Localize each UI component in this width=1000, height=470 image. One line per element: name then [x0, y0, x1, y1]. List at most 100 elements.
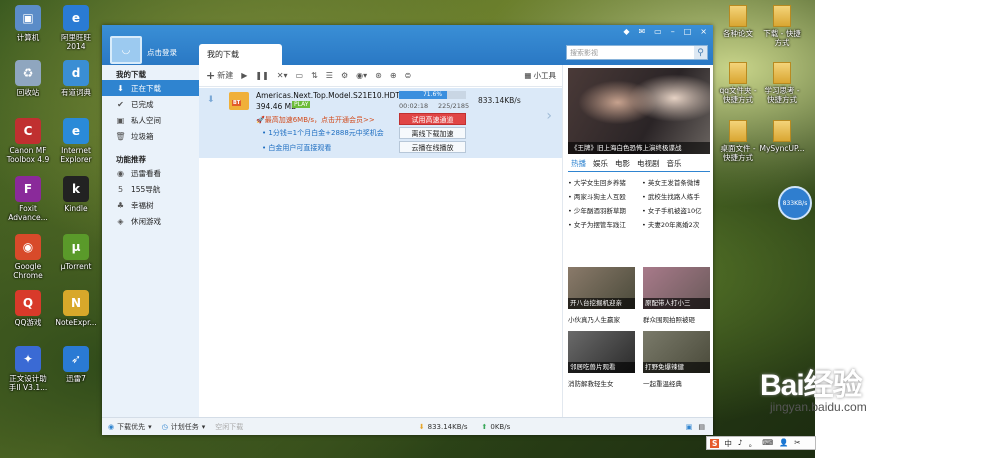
news-item[interactable]: • 大学女生回乡养猪 — [568, 177, 642, 187]
game-icon[interactable]: ⊛ — [375, 71, 382, 80]
thumbnail-subtitle[interactable]: 一起重温经典 — [643, 378, 682, 388]
recommend-tab[interactable]: 电影 — [615, 158, 630, 171]
news-item[interactable]: • 夫妻20年离婚2次 — [642, 219, 710, 229]
desktop-icon[interactable]: e Internet Explorer — [50, 118, 102, 164]
delete-icon[interactable]: ✕▾ — [277, 71, 288, 80]
new-button[interactable]: + 新建 — [206, 69, 233, 82]
desktop-icon[interactable]: C Canon MF Toolbox 4.9 — [2, 118, 54, 164]
trial-highspeed-button[interactable]: 试用高速通道 — [399, 113, 466, 125]
desktop-icon[interactable]: ◉ Google Chrome — [2, 234, 54, 280]
promo-text-2: 白金用户可直接观看 — [268, 144, 332, 152]
desktop-icon[interactable]: ▣ 计算机 — [2, 5, 54, 42]
sidebar-item[interactable]: 🗑 垃圾箱 — [102, 128, 199, 144]
window-control-icon[interactable]: ▭ — [654, 27, 662, 36]
view-toggle[interactable]: ▣ ▤ — [686, 423, 705, 431]
priority-dropdown[interactable]: ◉ 下载优先 ▾ — [108, 422, 152, 432]
thumbnail-subtitle[interactable]: 消防解救轻生女 — [568, 378, 614, 388]
list-icon[interactable]: ☰ — [326, 71, 333, 80]
offline-accelerate-button[interactable]: 离线下载加速 — [399, 127, 466, 139]
poster-banner[interactable]: 《王牌》旧上海白色恐怖上演终极谍战 — [568, 68, 710, 154]
sidebar-item[interactable]: 5 155导航 — [102, 181, 199, 197]
news-item[interactable]: • 少年酗酒羽断草期 — [568, 205, 642, 215]
video-thumbnail[interactable]: 原配带人打小三 — [643, 267, 710, 309]
login-link[interactable]: 点击登录 — [147, 47, 177, 58]
folder-icon[interactable]: ▭ — [296, 71, 304, 80]
ime-button-icon[interactable]: ✂ — [794, 438, 800, 449]
desktop-folder-icon[interactable]: MySyncUP... — [756, 120, 808, 153]
window-control-icon[interactable]: ✉ — [638, 27, 645, 36]
news-list: • 大学女生回乡养猪 • 英女王发首条微博 • 两家斗狗主人互殴 • 武校生找路人练手… — [568, 177, 710, 229]
promo-link-2[interactable]: • 白金用户可直接观看 — [262, 143, 331, 153]
sidebar-item[interactable]: ▣ 私人空间 — [102, 112, 199, 128]
window-control-icon[interactable]: □ — [684, 27, 692, 36]
desktop-icon[interactable]: F Foxit Advance... — [2, 176, 54, 222]
promo-link-1[interactable]: • 1分钱=1个月白金+2888元中奖机会 — [262, 128, 384, 138]
plus-icon: + — [206, 69, 216, 82]
ime-button-icon[interactable]: 。 — [749, 438, 757, 449]
play-icon[interactable]: ▶ — [241, 71, 247, 80]
view-list-icon[interactable]: ▣ — [686, 423, 693, 431]
view-grid-icon[interactable]: ▤ — [698, 423, 705, 431]
news-item[interactable]: • 女子为摆管车践江 — [568, 219, 642, 229]
thumbnail-subtitle[interactable]: 群众围观拍照被砸 — [643, 314, 695, 324]
accelerate-link[interactable]: 🚀最高加速6MB/s，点击开通会员>> — [256, 115, 375, 125]
desktop-icon[interactable]: d 有道词典 — [50, 60, 102, 97]
desktop-icon[interactable]: ➶ 迅雷7 — [50, 346, 102, 383]
avatar[interactable]: ◡ — [110, 36, 142, 64]
desktop-icon[interactable]: N NoteExpr... — [50, 290, 102, 327]
sidebar-item[interactable]: ✔ 已完成 — [102, 96, 199, 112]
coin-icon[interactable]: ⊜ — [405, 71, 412, 80]
sort-icon[interactable]: ⇅ — [311, 71, 318, 80]
ime-toolbar[interactable]: S 中 ♪ 。 ⌨ 👤 ✂ — [706, 436, 816, 450]
recommend-tab[interactable]: 娱乐 — [593, 158, 608, 171]
desktop-icon[interactable]: ♻ 回收站 — [2, 60, 54, 97]
idle-download[interactable]: 空闲下载 — [215, 422, 243, 432]
news-item[interactable]: • 女子手机被盗10亿 — [642, 205, 710, 215]
plan-dropdown[interactable]: ◷ 计划任务 ▾ — [162, 422, 206, 432]
tool-icon[interactable]: ⊕ — [390, 71, 397, 80]
video-thumbnail[interactable]: 邻居吃兽片观看 — [568, 331, 635, 373]
recommend-tab[interactable]: 音乐 — [667, 158, 682, 171]
desktop-icon[interactable]: k Kindle — [50, 176, 102, 213]
window-control-icon[interactable]: × — [700, 27, 707, 36]
video-thumbnail[interactable]: 打野免爆辣健 — [643, 331, 710, 373]
xunlei-window: ◡ 点击登录 我的下载 ◆ ✉ ▭ – □ × 搜索影视 ⚲ 我的下载 ⬇ 正在下载 ✔ 已完成… — [102, 25, 713, 435]
news-item[interactable]: • 武校生找路人练手 — [642, 191, 710, 201]
news-item[interactable]: • 英女王发首条微博 — [642, 177, 710, 187]
window-control-icon[interactable]: ◆ — [623, 27, 629, 36]
news-item[interactable]: • 两家斗狗主人互殴 — [568, 191, 642, 201]
toolbox-icon: ▦ — [524, 71, 532, 80]
thumbnail-subtitle[interactable]: 小伙真乃人生赢家 — [568, 314, 620, 324]
desktop-icon[interactable]: μ µTorrent — [50, 234, 102, 271]
desktop-folder-icon[interactable]: 学习思考 - 快捷方式 — [756, 62, 808, 104]
chevron-right-icon[interactable]: › — [546, 108, 552, 124]
recommend-tab[interactable]: 热播 — [571, 158, 586, 171]
settings-icon[interactable]: ⚙ — [341, 71, 348, 80]
tools-button[interactable]: ▦ 小工具 — [524, 70, 556, 81]
desktop-icon[interactable]: Q QQ游戏 — [2, 290, 54, 327]
sidebar-item[interactable]: ♣ 幸福树 — [102, 197, 199, 213]
search-icon[interactable]: ⚲ — [694, 46, 707, 59]
sogou-icon[interactable]: S — [710, 438, 720, 448]
desktop-icon[interactable]: ✦ 正文设计助 手II V3.1... — [2, 346, 54, 392]
speed-icon[interactable]: ◉▾ — [356, 71, 367, 80]
search-input[interactable]: 搜索影视 ⚲ — [566, 45, 708, 60]
recommend-tab[interactable]: 电视剧 — [637, 158, 660, 171]
download-task-row[interactable]: ⬇ BT Americas.Next.Top.Model.S21E10.HDTV… — [199, 88, 562, 158]
tab-my-downloads[interactable]: 我的下载 — [199, 44, 282, 65]
sidebar-item[interactable]: ⬇ 正在下载 — [102, 80, 199, 96]
ime-button-icon[interactable]: ♪ — [738, 438, 743, 449]
play-badge[interactable]: PLAY — [292, 101, 311, 108]
ime-button-icon[interactable]: 中 — [724, 438, 732, 449]
desktop-icon[interactable]: e 阿里旺旺 2014 — [50, 5, 102, 51]
ime-button-icon[interactable]: ⌨ — [762, 438, 773, 449]
sidebar-item[interactable]: ◈ 休闲游戏 — [102, 213, 199, 229]
sidebar-item[interactable]: ◉ 迅雷看看 — [102, 165, 199, 181]
window-control-icon[interactable]: – — [671, 27, 675, 36]
speed-float-badge[interactable]: 833KB/s — [778, 186, 812, 220]
video-thumbnail[interactable]: 开八台挖掘机迎亲 — [568, 267, 635, 309]
pause-icon[interactable]: ❚❚ — [255, 71, 268, 80]
ime-button-icon[interactable]: 👤 — [779, 438, 788, 449]
cloud-play-button[interactable]: 云播在线播放 — [399, 141, 466, 153]
desktop-folder-icon[interactable]: 下载 - 快捷 方式 — [756, 5, 808, 47]
